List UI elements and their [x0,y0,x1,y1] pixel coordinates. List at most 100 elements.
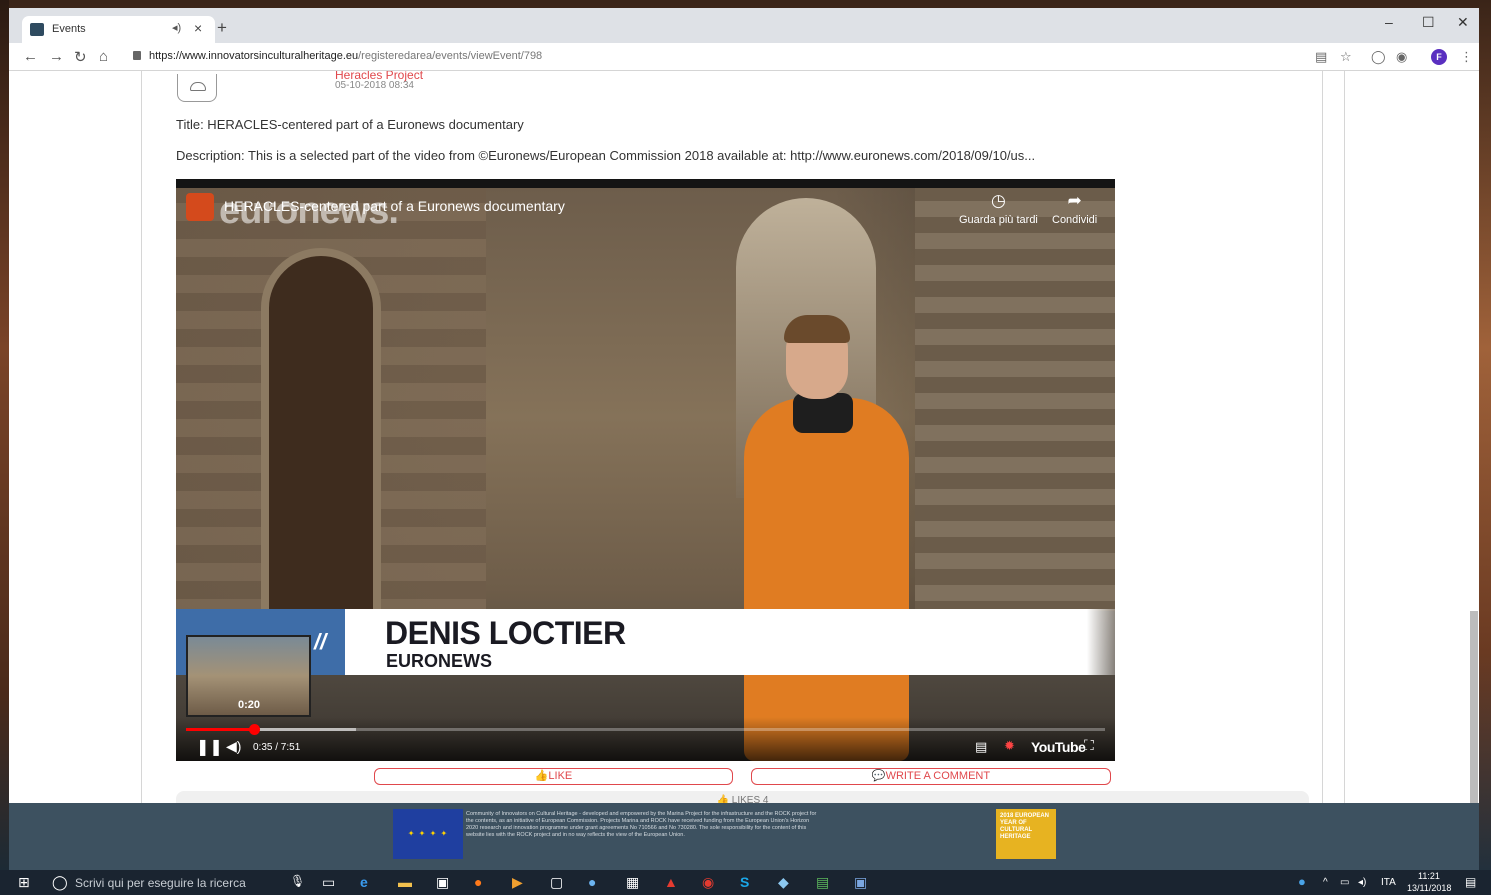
skype-icon[interactable]: S [740,874,749,890]
home-button[interactable]: ⌂ [99,48,108,65]
file-explorer-icon[interactable]: ▬ [398,874,412,890]
app-icon[interactable]: ● [588,874,596,890]
site-footer: ✦ ✦ ✦ ✦ Community of Innovators on Cultu… [9,803,1479,870]
scrubber-handle[interactable] [249,724,260,735]
edge-icon[interactable]: e [360,874,368,890]
video-frame [176,188,1115,761]
volume-tray-icon[interactable]: ◂) [1358,877,1366,888]
excel-icon[interactable]: ▤ [816,874,829,891]
app-window-icon[interactable]: ▢ [550,874,563,891]
browser-titlebar: Events ◂) × + – ☐ ✕ [9,8,1479,43]
likes-count-bar: 👍 LIKES 4 [176,791,1309,803]
footer-text: Community of Innovators on Cultural Heri… [466,811,817,838]
channel-logo-icon[interactable] [186,193,214,221]
presenter-collar [793,393,853,433]
calculator-icon[interactable]: ▦ [626,874,639,891]
eu-stars-icon: ✦ ✦ ✦ ✦ [407,829,449,838]
fullscreen-icon[interactable]: ⛶ [1084,737,1094,754]
windows-start-icon[interactable]: ⊞ [18,874,30,891]
pause-icon[interactable]: ❚❚ [196,737,223,757]
media-player-icon[interactable]: ▶ [512,874,523,891]
microphone-icon[interactable]: 🎙 [290,874,305,888]
thumbs-up-icon: 👍 [716,795,732,803]
like-button[interactable]: 👍LIKE [374,768,733,785]
network-icon[interactable]: ▭ [1340,877,1349,888]
presenter-jacket [744,398,909,761]
forward-button[interactable]: → [49,48,64,65]
extension-icon-2[interactable]: ◉ [1396,49,1407,65]
minimize-button[interactable]: – [1385,14,1393,30]
comment-label: WRITE A COMMENT [885,770,991,782]
eu-flag-logo: ✦ ✦ ✦ ✦ [393,809,463,859]
likes-count: LIKES 4 [731,795,769,803]
profile-avatar[interactable]: F [1431,49,1447,65]
captions-icon[interactable]: ▤ [975,739,987,755]
euronews-mark: // [314,629,327,654]
browser-tab[interactable]: Events ◂) × [22,16,215,43]
watch-later-button[interactable]: ◷ Guarda più tardi [959,191,1038,226]
clock-date[interactable]: 13/11/2018 [1407,883,1451,893]
clock-icon: ◷ [991,191,1006,210]
app-icon-3[interactable]: ▣ [854,874,867,891]
seek-preview-time: 0:20 [238,699,261,711]
presenter-hair [784,315,850,343]
acrobat-icon[interactable]: ▲ [664,874,678,890]
desktop-wallpaper-right [1479,0,1491,870]
extension-icon[interactable]: ◯ [1371,49,1386,65]
taskbar-search[interactable]: Scrivi qui per eseguire la ricerca [75,876,246,890]
close-window-button[interactable]: ✕ [1457,14,1469,31]
store-icon[interactable]: ▣ [436,874,449,891]
windows-taskbar: ⊞ ◯ Scrivi qui per eseguire la ricerca 🎙… [0,870,1491,895]
volume-icon[interactable]: ◀) [226,738,241,755]
star-icon[interactable]: ☆ [1340,49,1352,65]
like-label: LIKE [548,770,573,782]
column-divider [1344,71,1345,803]
clock-time[interactable]: 11:21 [1418,871,1440,881]
close-tab-icon[interactable]: × [194,20,202,36]
share-label: Condividi [1052,214,1098,226]
help-icon[interactable]: ● [1298,874,1306,889]
user-icon [190,82,206,91]
notifications-icon[interactable]: ▤ [1465,875,1476,889]
language-indicator[interactable]: ITA [1381,877,1396,888]
share-button[interactable]: ➦ Condividi [1052,191,1097,226]
european-year-badge: 2018 EUROPEAN YEAR OF CULTURAL HERITAGE [996,809,1056,859]
browser-toolbar: ← → ↻ ⌂ https://www.innovatorsincultural… [9,43,1479,71]
reload-button[interactable]: ↻ [74,48,87,66]
page-content: Heracles Project 05-10-2018 08:34 Title:… [9,71,1479,803]
lower-third-org: EURONEWS [386,651,493,671]
author-avatar[interactable] [177,74,217,102]
task-view-icon[interactable]: ▭ [322,874,335,891]
translate-icon[interactable]: ▤ [1315,49,1327,65]
app-icon-2[interactable]: ◆ [778,874,789,891]
video-title[interactable]: HERACLES-centered part of a Euronews doc… [224,198,565,214]
scene-arch [261,248,381,668]
desktop-wallpaper-left [0,0,9,870]
post-description: Description: This is a selected part of … [176,148,1036,163]
share-icon: ➦ [1067,191,1082,210]
browser-window: Events ◂) × + – ☐ ✕ ← → ↻ ⌂ https://www.… [9,8,1479,870]
address-bar[interactable]: https://www.innovatorsinculturalheritage… [149,50,542,62]
tab-title: Events [52,23,86,35]
write-comment-button[interactable]: 💬WRITE A COMMENT [751,768,1111,785]
youtube-logo[interactable]: YouTube [1031,739,1086,755]
new-tab-button[interactable]: + [217,18,227,38]
speaker-icon[interactable]: ◂) [172,21,181,34]
firefox-icon[interactable]: ● [474,874,482,890]
thumbs-up-icon: 👍 [534,770,549,782]
column-divider [1322,71,1323,803]
hd-settings-icon[interactable]: ✹ [1004,738,1015,754]
watch-later-label: Guarda più tardi [959,214,1038,226]
played-bar [186,728,254,731]
maximize-button[interactable]: ☐ [1422,14,1435,31]
menu-icon[interactable]: ⋮ [1460,49,1473,65]
video-player[interactable]: euronews. HERACLES-centered part of a Eu… [176,179,1115,761]
tray-chevron-icon[interactable]: ^ [1323,877,1328,888]
comment-icon: 💬 [871,770,886,782]
video-time: 0:35 / 7:51 [253,742,301,753]
lock-icon [133,51,141,60]
cortana-icon[interactable]: ◯ [52,874,68,891]
chrome-icon[interactable]: ◉ [702,874,714,891]
back-button[interactable]: ← [23,48,38,65]
scrollbar-thumb[interactable] [1470,611,1478,803]
